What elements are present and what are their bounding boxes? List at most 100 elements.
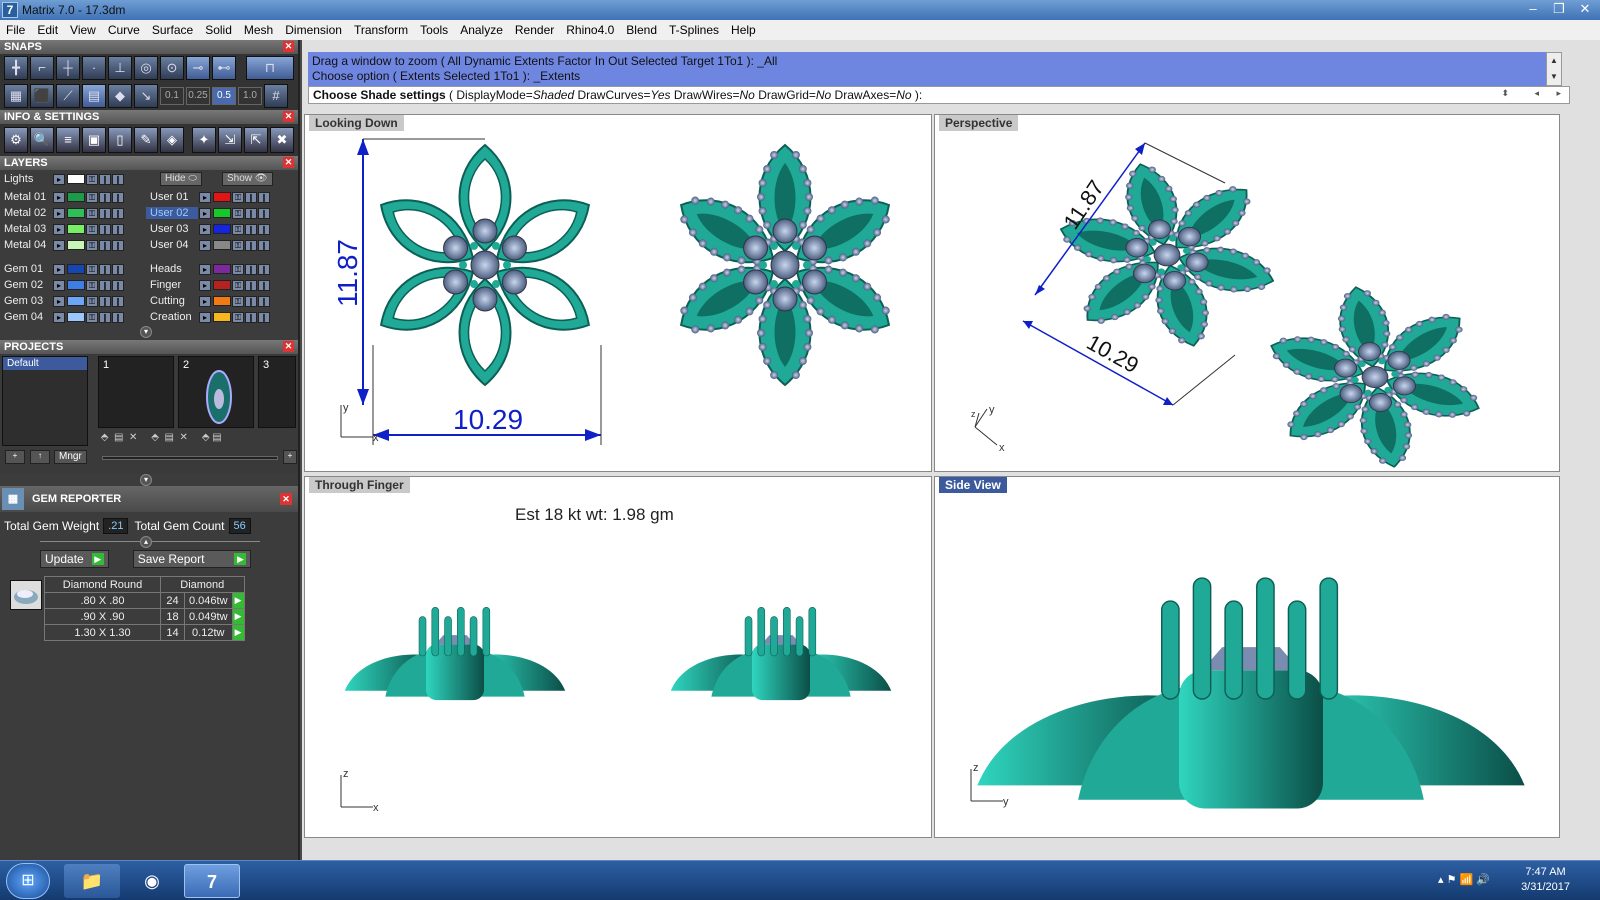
- play-icon[interactable]: ▶: [231, 608, 245, 625]
- expand-icon[interactable]: ▸: [199, 223, 211, 235]
- visible-icon[interactable]: ❙: [99, 279, 111, 291]
- layer-color[interactable]: [213, 312, 231, 322]
- layer-row[interactable]: User 02 ▸ ⚿ ❙ ❙: [146, 206, 270, 220]
- spin-icon[interactable]: ⬍: [1501, 88, 1509, 99]
- expand-icon[interactable]: ▸: [53, 263, 65, 275]
- layer-color[interactable]: [67, 174, 85, 184]
- left-arrow-icon[interactable]: ◂: [1534, 88, 1539, 99]
- menu-analyze[interactable]: Analyze: [454, 23, 509, 37]
- lock-icon[interactable]: ⚿: [86, 263, 98, 275]
- layer-color[interactable]: [67, 224, 85, 234]
- collapse-icon[interactable]: ▾: [140, 474, 152, 486]
- layer-color[interactable]: [213, 280, 231, 290]
- line-icon[interactable]: ⟋: [56, 84, 80, 108]
- render-layer-icon[interactable]: ❙: [258, 263, 270, 275]
- close-icon[interactable]: ✕: [280, 493, 292, 505]
- viewport-title[interactable]: Looking Down: [309, 115, 404, 131]
- project-slot-1[interactable]: 1: [98, 356, 174, 428]
- play-icon[interactable]: ▶: [231, 592, 245, 609]
- menu-rhino4[interactable]: Rhino4.0: [560, 23, 620, 37]
- show-button[interactable]: Show 👁: [222, 172, 273, 186]
- layer-row[interactable]: Metal 02 ▸ ⚿ ❙ ❙: [0, 206, 124, 220]
- hide-button[interactable]: Hide ⬭: [160, 172, 202, 186]
- perp-snap-icon[interactable]: ⊥: [108, 56, 132, 80]
- visible-icon[interactable]: ❙: [245, 295, 257, 307]
- expand-icon[interactable]: ▸: [199, 279, 211, 291]
- project-slot-3[interactable]: 3: [258, 356, 296, 428]
- layer-stack-icon[interactable]: ≡: [56, 127, 80, 153]
- manager-button[interactable]: Mngr: [54, 450, 87, 464]
- update-button[interactable]: Update ▶: [40, 550, 109, 568]
- end-snap-icon[interactable]: ⌐: [30, 56, 54, 80]
- visible-icon[interactable]: ❙: [99, 263, 111, 275]
- snap-value-025[interactable]: 0.25: [186, 87, 210, 105]
- visible-icon[interactable]: ❙: [245, 191, 257, 203]
- command-input[interactable]: Choose Shade settings ( DisplayMode=Shad…: [308, 86, 1570, 104]
- up-arrow-icon[interactable]: ↑: [30, 450, 50, 464]
- lock-icon[interactable]: ⚿: [232, 295, 244, 307]
- delete-icon[interactable]: ✖: [270, 127, 294, 153]
- viewport-title[interactable]: Through Finger: [309, 477, 410, 493]
- expand-icon[interactable]: ▸: [53, 191, 65, 203]
- layer-row[interactable]: Finger ▸ ⚿ ❙ ❙: [146, 278, 270, 292]
- expand-icon[interactable]: ▸: [199, 311, 211, 323]
- snap-value-01[interactable]: 0.1: [160, 87, 184, 105]
- lock-icon[interactable]: ⚿: [232, 239, 244, 251]
- project-slider[interactable]: [102, 456, 278, 460]
- pencil-icon[interactable]: ✎: [134, 127, 158, 153]
- lock-icon[interactable]: ⚿: [232, 207, 244, 219]
- menu-tools[interactable]: Tools: [414, 23, 454, 37]
- lock-icon[interactable]: ⚿: [86, 311, 98, 323]
- render-layer-icon[interactable]: ❙: [112, 207, 124, 219]
- close-icon[interactable]: ✕: [283, 41, 294, 52]
- visible-icon[interactable]: ❙: [99, 295, 111, 307]
- layer-color[interactable]: [213, 192, 231, 202]
- system-clock[interactable]: 7:47 AM 3/31/2017: [1521, 865, 1570, 895]
- cube-icon[interactable]: ⬛: [30, 84, 54, 108]
- chrome-icon[interactable]: ◉: [124, 864, 180, 898]
- visible-icon[interactable]: ❙: [245, 263, 257, 275]
- mid-snap-icon[interactable]: ┼: [56, 56, 80, 80]
- render-layer-icon[interactable]: ❙: [258, 239, 270, 251]
- viewport-title[interactable]: Side View: [939, 477, 1007, 493]
- lock-icon[interactable]: ⚿: [86, 279, 98, 291]
- layer-color[interactable]: [213, 224, 231, 234]
- layer-color[interactable]: [67, 208, 85, 218]
- expand-icon[interactable]: ▸: [53, 311, 65, 323]
- expand-icon[interactable]: ▸: [53, 295, 65, 307]
- project-slot-controls[interactable]: ⬘ ▤ ✕ ⬘ ▤ ✕ ⬘ ▤: [98, 432, 222, 443]
- viewport-side-view[interactable]: z y Side View: [934, 476, 1560, 838]
- close-icon[interactable]: ✕: [283, 341, 294, 352]
- viewport-perspective[interactable]: 11.87 10.29 y x z Perspective: [934, 114, 1560, 472]
- tray-icons[interactable]: ▴ ⚑ 📶 🔊: [1438, 873, 1490, 886]
- render-layer-icon[interactable]: ❙: [112, 263, 124, 275]
- file-explorer-icon[interactable]: 📁: [64, 864, 120, 898]
- menu-tsplines[interactable]: T-Splines: [663, 23, 725, 37]
- box-icon[interactable]: ▣: [82, 127, 106, 153]
- menu-transform[interactable]: Transform: [348, 23, 414, 37]
- expand-icon[interactable]: ▸: [53, 279, 65, 291]
- quad-snap-icon[interactable]: ⊙: [160, 56, 184, 80]
- restore-icon[interactable]: ❐: [1546, 0, 1572, 18]
- layer-row[interactable]: User 04 ▸ ⚿ ❙ ❙: [146, 238, 270, 252]
- ortho-toggle-icon[interactable]: ⊓: [246, 56, 294, 80]
- expand-icon[interactable]: ▸: [53, 239, 65, 251]
- render-layer-icon[interactable]: ❙: [258, 223, 270, 235]
- menu-file[interactable]: File: [0, 23, 31, 37]
- menu-view[interactable]: View: [64, 23, 102, 37]
- pattern-icon[interactable]: ▤: [82, 84, 106, 108]
- lock-icon[interactable]: ⚿: [86, 223, 98, 235]
- matrix-taskbar-icon[interactable]: 7: [184, 864, 240, 898]
- import-icon[interactable]: ⇲: [218, 127, 242, 153]
- option-drawaxes[interactable]: No: [896, 88, 911, 102]
- menu-blend[interactable]: Blend: [620, 23, 663, 37]
- visible-icon[interactable]: ❙: [99, 223, 111, 235]
- right-arrow-icon[interactable]: ▸: [1556, 88, 1561, 99]
- menu-edit[interactable]: Edit: [31, 23, 64, 37]
- expand-icon[interactable]: ▸: [199, 295, 211, 307]
- layer-row[interactable]: Metal 03 ▸ ⚿ ❙ ❙: [0, 222, 124, 236]
- play-icon[interactable]: ▶: [231, 624, 245, 641]
- option-drawgrid[interactable]: No: [816, 88, 831, 102]
- menu-render[interactable]: Render: [509, 23, 560, 37]
- viewport-looking-down[interactable]: 11.87 10.29 y x Looking Down: [304, 114, 932, 472]
